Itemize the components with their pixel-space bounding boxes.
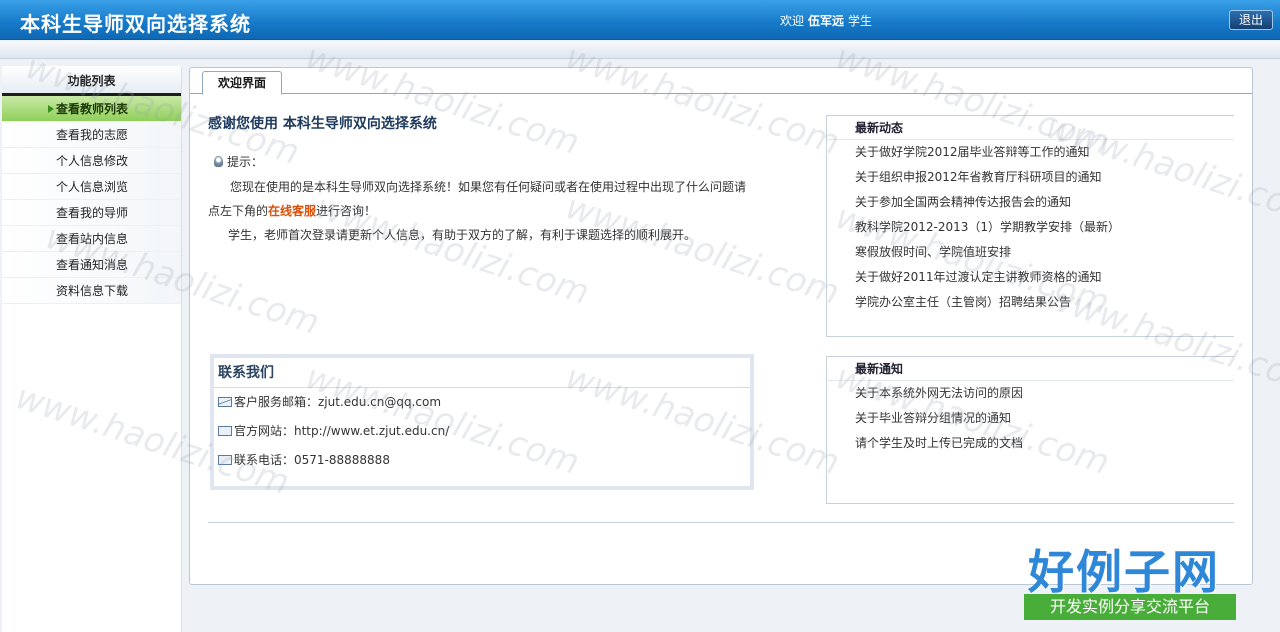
- notice-item[interactable]: 关于毕业答辩分组情况的通知: [827, 406, 1234, 431]
- contact-email: 客户服务邮箱：zjut.edu.cn@qq.com: [234, 395, 442, 409]
- divider: [208, 522, 1234, 523]
- sidebar-item-label: 查看教师列表: [56, 102, 129, 116]
- latest-notices-box: 最新通知 关于本系统外网无法访问的原因 关于毕业答辩分组情况的通知 请个学生及时…: [826, 356, 1234, 504]
- sidebar-item-label: 查看我的志愿: [56, 128, 129, 142]
- sub-toolbar: [0, 41, 1280, 59]
- contact-title: 联系我们: [214, 358, 750, 388]
- sidebar-item-edit-profile[interactable]: 个人信息修改: [2, 148, 181, 174]
- sidebar-item-label: 个人信息浏览: [56, 180, 129, 194]
- brand-sub-text: 开发实例分享交流平台: [1024, 594, 1236, 620]
- intro-title: 感谢您使用 本科生导师双向选择系统: [208, 116, 437, 132]
- sidebar-item-label: 查看站内信息: [56, 232, 129, 246]
- contact-email-row: 客户服务邮箱：zjut.edu.cn@qq.com: [214, 388, 750, 417]
- sidebar-item-teacher-list[interactable]: 查看教师列表: [2, 96, 181, 122]
- tip-heading: 提示：: [214, 153, 263, 170]
- sidebar-item-label: 个人信息修改: [56, 154, 129, 168]
- online-service-link[interactable]: 在线客服: [268, 204, 316, 218]
- sidebar-item-downloads[interactable]: 资料信息下载: [2, 278, 181, 304]
- news-item[interactable]: 寒假放假时间、学院值班安排: [827, 240, 1234, 265]
- notices-title: 最新通知: [827, 357, 1234, 381]
- sidebar: 功能列表 查看教师列表 查看我的志愿 个人信息修改 个人信息浏览 查看我的导师 …: [2, 66, 182, 632]
- contact-website-row: 官方网站：http://www.et.zjut.edu.cn/: [214, 417, 750, 446]
- news-item[interactable]: 关于做好2011年过渡认定主讲教师资格的通知: [827, 265, 1234, 290]
- welcome-prefix: 欢迎: [780, 14, 805, 28]
- welcome-text: 欢迎 伍军远 学生: [780, 12, 872, 29]
- news-item[interactable]: 关于组织申报2012年省教育厅科研项目的通知: [827, 165, 1234, 190]
- contact-box: 联系我们 客户服务邮箱：zjut.edu.cn@qq.com 官方网站：http…: [210, 354, 754, 490]
- website-icon: [218, 426, 232, 436]
- tab-welcome[interactable]: 欢迎界面: [202, 71, 282, 95]
- lightbulb-icon: [214, 156, 223, 167]
- latest-news-box: 最新动态 关于做好学院2012届毕业答辩等工作的通知 关于组织申报2012年省教…: [826, 115, 1234, 337]
- contact-website: 官方网站：http://www.et.zjut.edu.cn/: [234, 424, 450, 438]
- news-title: 最新动态: [827, 116, 1234, 140]
- welcome-content: 感谢您使用 本科生导师双向选择系统 提示： 您现在使用的是本科生导师双向选择系统…: [190, 95, 1252, 585]
- sidebar-item-label: 查看我的导师: [56, 206, 129, 220]
- sidebar-item-my-wishes[interactable]: 查看我的志愿: [2, 122, 181, 148]
- phone-icon: [218, 455, 232, 465]
- top-header: 本科生导师双向选择系统 欢迎 伍军远 学生 退出: [0, 0, 1280, 40]
- app-title: 本科生导师双向选择系统: [20, 12, 251, 36]
- news-item[interactable]: 关于参加全国两会精神传达报告会的通知: [827, 190, 1234, 215]
- sidebar-title: 功能列表: [2, 66, 181, 96]
- news-item[interactable]: 教科学院2012-2013（1）学期教学安排（最新）: [827, 215, 1234, 240]
- sidebar-item-label: 资料信息下载: [56, 284, 129, 298]
- contact-phone: 联系电话：0571-88888888: [234, 453, 390, 467]
- sidebar-item-label: 查看通知消息: [56, 258, 129, 272]
- tip-label: 提示：: [227, 155, 264, 169]
- tip-paragraph-2: 学生，老师首次登录请更新个人信息，有助于双方的了解，有利于课题选择的顺利展开。: [228, 228, 697, 242]
- main-panel: 欢迎界面 感谢您使用 本科生导师双向选择系统 提示： 您现在使用的是本科生导师双…: [189, 67, 1253, 585]
- sidebar-item-notifications[interactable]: 查看通知消息: [2, 252, 181, 278]
- contact-phone-row: 联系电话：0571-88888888: [214, 446, 750, 475]
- mail-icon: [218, 397, 232, 407]
- sidebar-item-my-advisor[interactable]: 查看我的导师: [2, 200, 181, 226]
- arrow-right-icon: [48, 105, 54, 113]
- user-role: 学生: [848, 14, 873, 28]
- notice-item[interactable]: 请个学生及时上传已完成的文档: [827, 431, 1234, 456]
- sidebar-item-site-messages[interactable]: 查看站内信息: [2, 226, 181, 252]
- user-name: 伍军远: [808, 14, 845, 28]
- sidebar-item-view-profile[interactable]: 个人信息浏览: [2, 174, 181, 200]
- logout-button[interactable]: 退出: [1229, 10, 1273, 30]
- news-item[interactable]: 关于做好学院2012届毕业答辩等工作的通知: [827, 140, 1234, 165]
- tab-bar: 欢迎界面: [190, 68, 1252, 95]
- news-item[interactable]: 学院办公室主任（主管岗）招聘结果公告: [827, 290, 1234, 315]
- tip-text-end: 进行咨询！: [316, 204, 377, 218]
- notice-item[interactable]: 关于本系统外网无法访问的原因: [827, 381, 1234, 406]
- tip-paragraph: 您现在使用的是本科生导师双向选择系统！如果您有任何疑问或者在使用过程中出现了什么…: [208, 175, 748, 223]
